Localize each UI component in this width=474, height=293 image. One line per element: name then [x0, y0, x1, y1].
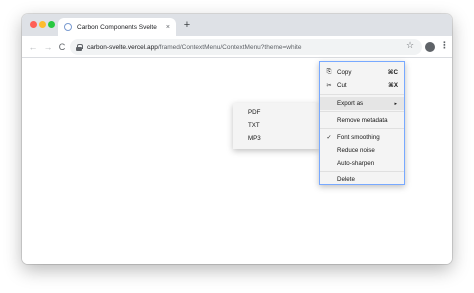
menu-item-auto-sharpen[interactable]: Auto-sharpen — [320, 157, 404, 170]
menu-item-copy[interactable]: ⎘ Copy ⌘C — [320, 66, 404, 79]
back-button[interactable]: ← — [27, 40, 39, 54]
submenu-item-pdf[interactable]: PDF — [233, 106, 319, 119]
forward-button[interactable]: → — [42, 40, 54, 54]
tab-title: Carbon Components Svelte — [77, 23, 157, 31]
menu-item-delete[interactable]: Delete — [320, 173, 404, 186]
minimize-window-button[interactable] — [39, 21, 46, 28]
favicon-icon — [64, 23, 72, 31]
zoom-window-button[interactable] — [48, 21, 55, 28]
menu-item-export-as[interactable]: Export as ▸ — [320, 97, 404, 110]
export-submenu: PDF TXT MP3 — [233, 103, 319, 149]
menu-item-cut[interactable]: ✂ Cut ⌘X — [320, 79, 404, 92]
address-bar[interactable]: carbon-svelte.vercel.app /framed/Context… — [70, 39, 422, 55]
browser-menu-button[interactable]: ⋮ — [440, 40, 449, 51]
browser-toolbar: ← → C carbon-svelte.vercel.app /framed/C… — [22, 36, 452, 58]
close-window-button[interactable] — [30, 21, 37, 28]
scissors-icon: ✂ — [326, 83, 332, 89]
lock-icon — [76, 43, 83, 51]
context-menu: ⎘ Copy ⌘C ✂ Cut ⌘X Export as ▸ Remove me… — [319, 61, 405, 185]
checkmark-icon: ✓ — [326, 135, 332, 141]
menu-divider — [320, 128, 404, 129]
cut-shortcut: ⌘X — [388, 82, 398, 89]
url-host: carbon-svelte.vercel.app — [87, 43, 158, 51]
menu-item-font-smoothing[interactable]: ✓ Font smoothing — [320, 131, 404, 144]
tab-strip: Carbon Components Svelte × + — [22, 14, 452, 36]
menu-item-reduce-noise[interactable]: Reduce noise — [320, 144, 404, 157]
submenu-item-mp3[interactable]: MP3 — [233, 132, 319, 145]
menu-item-remove-metadata[interactable]: Remove metadata — [320, 114, 404, 127]
tab-close-icon[interactable]: × — [166, 24, 170, 31]
url-path: /framed/ContextMenu/ContextMenu?theme=wh… — [157, 43, 302, 51]
menu-divider — [320, 94, 404, 95]
copy-shortcut: ⌘C — [387, 69, 398, 76]
bookmark-star-icon[interactable]: ☆ — [406, 40, 414, 51]
screenshot-stage: Carbon Components Svelte × + ← → C carbo… — [0, 0, 474, 293]
menu-divider — [320, 111, 404, 112]
copy-icon: ⎘ — [326, 69, 332, 75]
menu-divider — [320, 171, 404, 172]
chevron-right-icon: ▸ — [394, 100, 397, 107]
reload-button[interactable]: C — [56, 40, 68, 54]
profile-avatar[interactable] — [425, 42, 435, 52]
browser-tab[interactable]: Carbon Components Svelte × — [58, 18, 176, 36]
submenu-item-txt[interactable]: TXT — [233, 119, 319, 132]
new-tab-button[interactable]: + — [180, 18, 194, 32]
